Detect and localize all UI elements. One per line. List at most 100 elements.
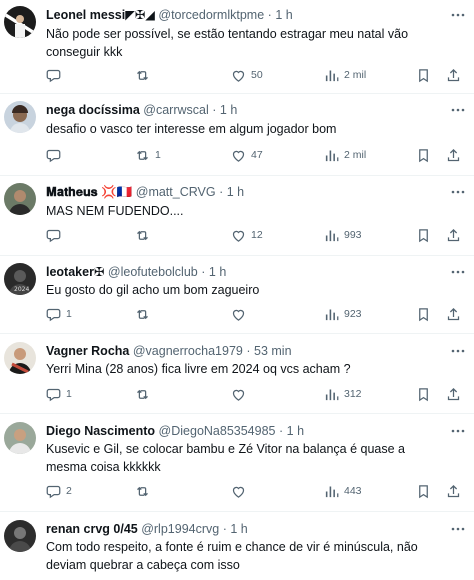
views-button[interactable]: 993 — [324, 227, 362, 243]
more-options-icon[interactable] — [450, 343, 466, 359]
reply-button[interactable]: 2 — [46, 483, 72, 499]
heart-icon — [231, 387, 246, 402]
like-button[interactable] — [231, 386, 251, 402]
tweet[interactable]: renan crvg 0/45 @rlp1994crvg · 1 h Com t… — [0, 512, 474, 580]
share-button[interactable] — [446, 67, 461, 83]
retweet-icon — [135, 228, 150, 243]
timestamp[interactable]: 53 min — [254, 344, 292, 358]
retweet-button[interactable] — [135, 306, 155, 322]
views-button[interactable]: 312 — [324, 386, 362, 402]
more-options-icon[interactable] — [450, 521, 466, 537]
reply-icon — [46, 484, 61, 499]
share-icon — [446, 307, 461, 322]
action-bar: 50 2 mil — [46, 67, 464, 83]
share-button[interactable] — [446, 483, 461, 499]
tweet[interactable]: 2024 leotaker✠ @leofutebolclub · 1 h Eu … — [0, 256, 474, 334]
timestamp[interactable]: 1 h — [227, 185, 244, 199]
view-count: 993 — [344, 229, 362, 241]
like-button[interactable] — [231, 483, 251, 499]
user-handle[interactable]: @torcedormlktpme — [158, 8, 264, 22]
user-handle[interactable]: @vagnerrocha1979 — [133, 344, 243, 358]
avatar[interactable] — [4, 6, 36, 38]
views-button[interactable]: 923 — [324, 306, 362, 322]
bookmark-button[interactable] — [416, 306, 431, 322]
timestamp[interactable]: 1 h — [287, 424, 304, 438]
retweet-button[interactable] — [135, 227, 155, 243]
reply-button[interactable] — [46, 227, 66, 243]
timestamp[interactable]: 1 h — [230, 522, 247, 536]
more-options-icon[interactable] — [450, 264, 466, 280]
more-options-icon[interactable] — [450, 7, 466, 23]
reply-button[interactable]: 1 — [46, 306, 72, 322]
share-button[interactable] — [446, 147, 461, 163]
reply-button[interactable] — [46, 67, 66, 83]
tweet[interactable]: 𝐌𝐚𝐭𝐡𝐞𝐮𝐬 💢🇫🇷 @matt_CRVG · 1 h MAS NEM FUD… — [0, 176, 474, 256]
avatar[interactable] — [4, 101, 36, 133]
like-button[interactable]: 12 — [231, 227, 263, 243]
tweet[interactable]: nega docíssima @carrwscal · 1 h desafio … — [0, 94, 474, 176]
avatar[interactable] — [4, 342, 36, 374]
view-count: 923 — [344, 308, 362, 320]
user-handle[interactable]: @DiegoNa85354985 — [159, 424, 276, 438]
more-options-icon[interactable] — [450, 102, 466, 118]
share-button[interactable] — [446, 386, 461, 402]
retweet-button[interactable] — [135, 67, 155, 83]
display-name[interactable]: Leonel messi — [46, 8, 125, 22]
reply-icon — [46, 387, 61, 402]
user-handle[interactable]: @leofutebolclub — [108, 265, 198, 279]
bookmark-button[interactable] — [416, 386, 431, 402]
share-button[interactable] — [446, 306, 461, 322]
bookmark-button[interactable] — [416, 67, 431, 83]
action-bar: 2 443 — [46, 483, 464, 499]
more-options-icon[interactable] — [450, 184, 466, 200]
tweet[interactable]: Vagner Rocha @vagnerrocha1979 · 53 min Y… — [0, 334, 474, 414]
share-button[interactable] — [446, 227, 461, 243]
bookmark-button[interactable] — [416, 227, 431, 243]
reply-button[interactable] — [46, 147, 66, 163]
views-button[interactable]: 2 mil — [324, 67, 366, 83]
like-button[interactable]: 50 — [231, 67, 263, 83]
retweet-button[interactable] — [135, 483, 155, 499]
heart-icon — [231, 68, 246, 83]
avatar[interactable] — [4, 183, 36, 215]
bookmark-icon — [416, 68, 431, 83]
tweet[interactable]: Leonel messi◤✠◢ @torcedormlktpme · 1 h N… — [0, 0, 474, 94]
avatar[interactable] — [4, 422, 36, 454]
more-options-icon[interactable] — [450, 423, 466, 439]
tweet[interactable]: Diego Nascimento @DiegoNa85354985 · 1 h … — [0, 414, 474, 512]
views-button[interactable]: 2 mil — [324, 147, 366, 163]
bookmark-button[interactable] — [416, 147, 431, 163]
reply-icon — [46, 148, 61, 163]
retweet-button[interactable] — [135, 386, 155, 402]
tweet-text: desafio o vasco ter interesse em algum j… — [46, 122, 337, 136]
like-button[interactable] — [231, 306, 251, 322]
user-handle[interactable]: @carrwscal — [143, 103, 208, 117]
share-icon — [446, 68, 461, 83]
action-bar: 12 993 — [46, 227, 464, 243]
timestamp[interactable]: 1 h — [220, 103, 237, 117]
view-count: 2 mil — [344, 149, 367, 161]
retweet-button[interactable]: 1 — [135, 147, 161, 163]
like-button[interactable]: 47 — [231, 147, 263, 163]
timestamp[interactable]: 1 h — [209, 265, 226, 279]
tweet-text: Yerri Mina (28 anos) fica livre em 2024 … — [46, 362, 351, 376]
views-button[interactable]: 443 — [324, 483, 362, 499]
view-count: 2 mil — [344, 69, 367, 81]
user-handle[interactable]: @matt_CRVG — [136, 185, 216, 199]
display-name[interactable]: nega docíssima — [46, 103, 140, 117]
display-name[interactable]: 𝐌𝐚𝐭𝐡𝐞𝐮𝐬 — [46, 185, 98, 199]
views-icon — [324, 484, 339, 499]
reply-button[interactable]: 1 — [46, 386, 72, 402]
bookmark-button[interactable] — [416, 483, 431, 499]
display-name[interactable]: Vagner Rocha — [46, 344, 129, 358]
user-handle[interactable]: @rlp1994crvg — [141, 522, 219, 536]
display-name[interactable]: renan crvg 0/45 — [46, 522, 138, 536]
avatar[interactable] — [4, 520, 36, 552]
reply-count: 2 — [66, 485, 72, 497]
display-name[interactable]: Diego Nascimento — [46, 424, 155, 438]
display-name[interactable]: leotaker✠ — [46, 265, 104, 279]
bookmark-icon — [416, 387, 431, 402]
avatar[interactable]: 2024 — [4, 263, 36, 295]
share-icon — [446, 484, 461, 499]
timestamp[interactable]: 1 h — [275, 8, 292, 22]
